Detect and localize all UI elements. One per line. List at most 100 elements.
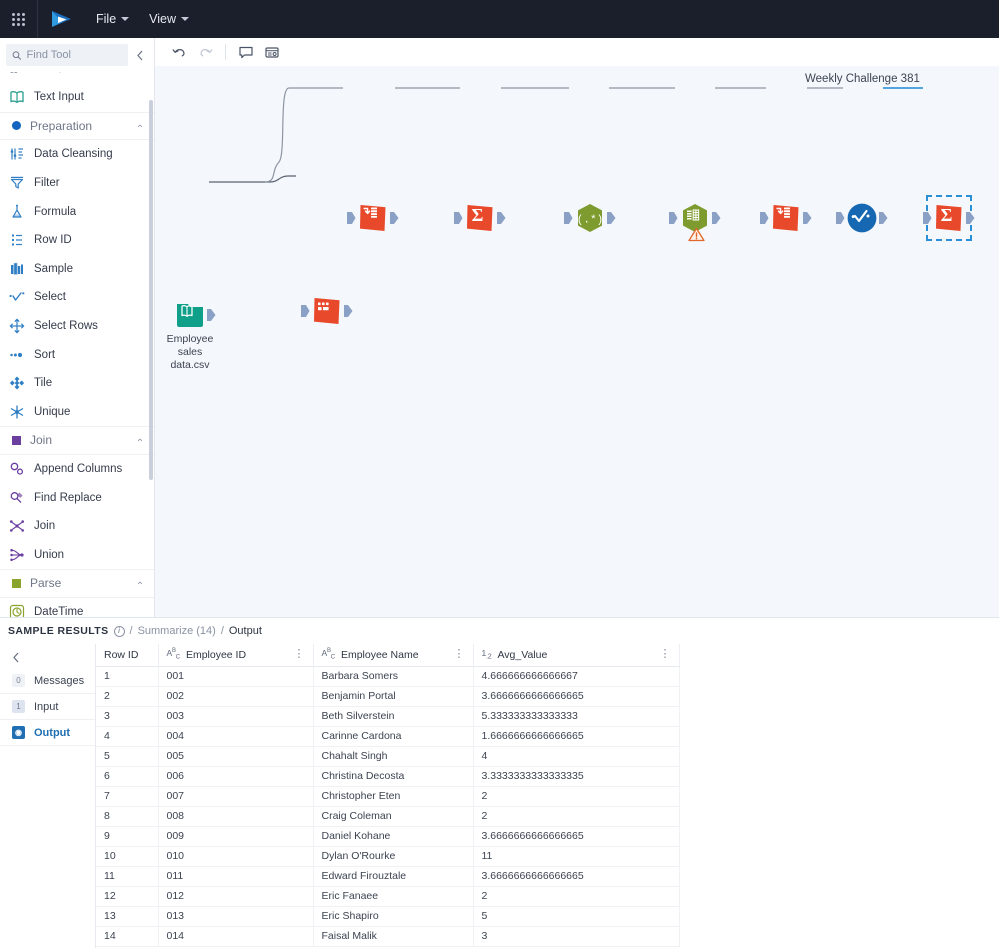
undo-button[interactable]	[167, 41, 191, 63]
search-input[interactable]	[26, 49, 122, 61]
node-input-anchor[interactable]	[923, 212, 932, 224]
table-row[interactable]: 11 011 Edward Firouztale 3.6666666666666665	[96, 866, 680, 887]
tool-item-find-replace[interactable]: Find Replace	[0, 483, 154, 512]
node-input-anchor[interactable]	[836, 212, 845, 224]
table-row[interactable]: 8 008 Craig Coleman 2	[96, 806, 680, 827]
info-icon[interactable]: i	[113, 625, 125, 637]
column-header-avg-value[interactable]: 1.2 Avg_Value ⋮	[473, 644, 680, 667]
node-output-anchor[interactable]	[344, 305, 353, 317]
annotation-button[interactable]	[260, 41, 284, 63]
text-to-columns-node[interactable]	[669, 202, 721, 242]
tool-category-join[interactable]: Join ›	[0, 426, 154, 455]
breadcrumb-output[interactable]: Output	[229, 625, 262, 637]
node-output-anchor[interactable]	[390, 212, 399, 224]
table-row[interactable]: 10 010 Dylan O'Rourke 11	[96, 846, 680, 867]
transpose-icon	[773, 205, 799, 231]
chevron-down-icon	[181, 17, 190, 21]
tool-category-preparation[interactable]: Preparation ›	[0, 111, 154, 141]
results-nav-messages[interactable]: 0 Messages	[0, 668, 95, 694]
node-input-anchor[interactable]	[669, 212, 678, 224]
sidebar-scrollbar[interactable]	[149, 100, 153, 480]
menu-view[interactable]: View	[139, 0, 199, 38]
tool-item-select[interactable]: Select	[0, 283, 154, 312]
node-output-anchor[interactable]	[712, 212, 721, 224]
node-input-anchor[interactable]	[454, 212, 463, 224]
tool-item-row-id[interactable]: Row ID	[0, 226, 154, 255]
node-input-anchor[interactable]	[564, 212, 573, 224]
app-launcher-button[interactable]	[0, 0, 38, 38]
results-grid-wrapper[interactable]: Row ID ABC Employee ID ⋮ ABC Employee Name ⋮ 1.…	[96, 644, 999, 948]
tool-item-text-input[interactable]: Text Input	[0, 83, 154, 112]
table-row[interactable]: 4 004 Carinne Cardona 1.6666666666666665	[96, 726, 680, 747]
summarize-node-2[interactable]: Σ	[923, 195, 975, 241]
search-input-wrapper[interactable]	[6, 44, 128, 66]
menu-file[interactable]: File	[86, 0, 139, 38]
node-input-anchor[interactable]	[760, 212, 769, 224]
table-row[interactable]: 5 005 Chahalt Singh 4	[96, 746, 680, 767]
transpose-node[interactable]	[347, 202, 399, 234]
table-cell: 001	[158, 666, 314, 687]
tool-item-tile[interactable]: Tile	[0, 369, 154, 398]
node-output-anchor[interactable]	[966, 212, 975, 224]
tool-item-select-rows[interactable]: Select Rows	[0, 312, 154, 341]
sort-icon	[10, 352, 23, 357]
tool-item-sort[interactable]: Sort	[0, 340, 154, 369]
table-cell: Eric Shapiro	[313, 906, 474, 927]
redo-button[interactable]	[193, 41, 217, 63]
column-menu-button[interactable]: ⋮	[294, 649, 305, 660]
results-nav-output[interactable]: ◉ Output	[0, 720, 95, 746]
tool-item-datetime[interactable]: DateTime	[0, 598, 154, 617]
results-table: Row ID ABC Employee ID ⋮ ABC Employee Name ⋮ 1.…	[96, 644, 680, 947]
column-menu-button[interactable]: ⋮	[454, 649, 465, 660]
results-nav-input[interactable]: 1 Input	[0, 694, 95, 720]
transpose-node-2[interactable]	[760, 202, 812, 234]
table-row[interactable]: 14 014 Faisal Malik 3	[96, 926, 680, 947]
tool-list[interactable]: Text Input Preparation › Data Cleansing Filt…	[0, 83, 154, 617]
tool-item-append-columns[interactable]: Append Columns	[0, 455, 154, 484]
crosstab-node[interactable]	[301, 295, 353, 327]
tool-item-formula[interactable]: Formula	[0, 197, 154, 226]
tool-item-filter[interactable]: Filter	[0, 169, 154, 198]
node-output-anchor[interactable]	[879, 212, 888, 224]
node-warning-badge[interactable]	[688, 227, 705, 247]
table-row[interactable]: 7 007 Christopher Eten 2	[96, 786, 680, 807]
input-data-node[interactable]: Employee sales data.csv	[167, 299, 216, 371]
breadcrumb-tool[interactable]: Summarize (14)	[138, 625, 216, 637]
grid-apps-icon	[12, 12, 25, 26]
table-row[interactable]: 3 003 Beth Silverstein 5.333333333333333	[96, 706, 680, 727]
table-row[interactable]: 12 012 Eric Fanaee 2	[96, 886, 680, 907]
node-output-anchor[interactable]	[497, 212, 506, 224]
sidebar-collapse-button[interactable]	[132, 45, 148, 65]
column-header-employee-id[interactable]: ABC Employee ID ⋮	[158, 644, 314, 667]
tool-item-unique[interactable]: Unique	[0, 398, 154, 427]
node-input-anchor[interactable]	[301, 305, 310, 317]
summarize-node-1[interactable]: Σ	[454, 202, 506, 234]
column-header-row-id[interactable]: Row ID	[96, 644, 159, 667]
results-nav-collapse-button[interactable]	[0, 646, 95, 668]
select-icon	[9, 292, 25, 302]
node-input-anchor[interactable]	[347, 212, 356, 224]
comment-button[interactable]	[234, 41, 258, 63]
node-output-anchor[interactable]	[803, 212, 812, 224]
tool-item-data-cleansing[interactable]: Data Cleansing	[0, 140, 154, 169]
table-row[interactable]: 1 001 Barbara Somers 4.666666666666667	[96, 666, 680, 687]
column-menu-button[interactable]: ⋮	[660, 649, 671, 660]
table-row[interactable]: 9 009 Daniel Kohane 3.6666666666666665	[96, 826, 680, 847]
table-row[interactable]: 13 013 Eric Shapiro 5	[96, 906, 680, 927]
regex-node[interactable]: (.*)	[564, 202, 616, 234]
data-cleansing-node[interactable]	[836, 202, 888, 234]
tool-item-join[interactable]: Join	[0, 512, 154, 541]
node-output-anchor[interactable]	[607, 212, 616, 224]
table-row[interactable]: 2 002 Benjamin Portal 3.6666666666666665	[96, 686, 680, 707]
column-header-employee-name[interactable]: ABC Employee Name ⋮	[313, 644, 474, 667]
tool-item-sample[interactable]: Sample	[0, 255, 154, 284]
table-cell: 3	[473, 926, 680, 947]
table-row[interactable]: 6 006 Christina Decosta 3.3333333333333335	[96, 766, 680, 787]
tool-item-union[interactable]: Union	[0, 541, 154, 570]
table-cell: 1.6666666666666665	[473, 726, 680, 747]
node-output-anchor[interactable]	[207, 309, 216, 321]
workflow-canvas[interactable]: Weekly Challenge 381 Employee sales data…	[155, 66, 999, 617]
canvas-area: Weekly Challenge 381 Employee sales data…	[155, 38, 999, 617]
tool-category-parse[interactable]: Parse ›	[0, 569, 154, 598]
table-cell: 3	[96, 706, 159, 727]
